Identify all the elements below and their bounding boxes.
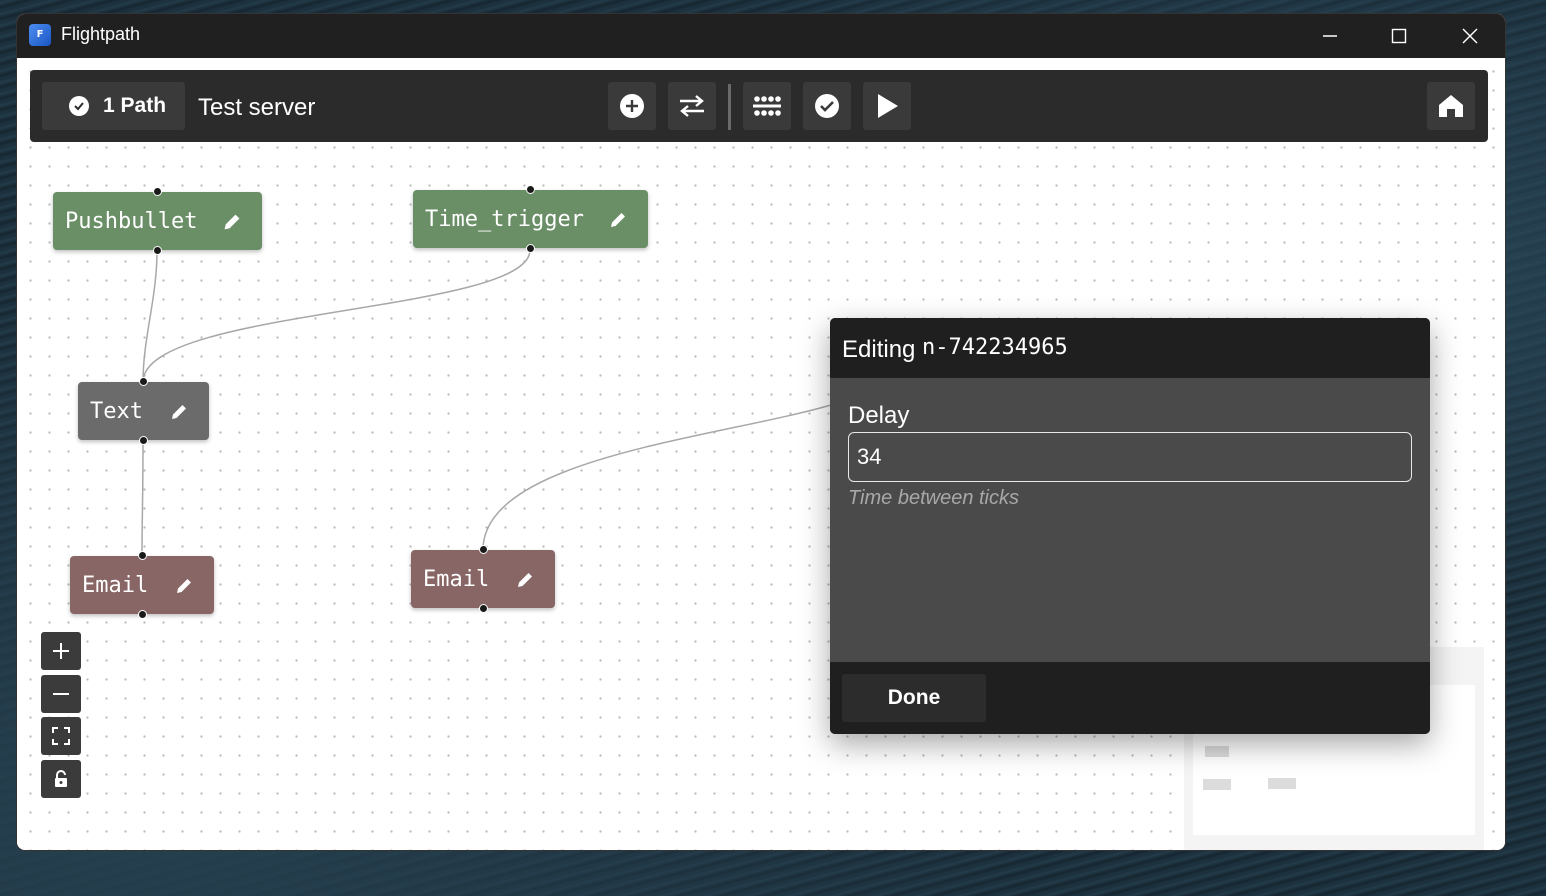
edge-pushbullet-text[interactable] — [142, 250, 158, 383]
pencil-icon[interactable] — [608, 210, 628, 230]
output-port[interactable] — [139, 436, 148, 445]
path-count-label: 1 Path — [103, 94, 167, 117]
output-port[interactable] — [138, 610, 147, 619]
pencil-icon[interactable] — [169, 402, 189, 422]
swap-arrows-icon — [680, 95, 704, 117]
fit-view-icon — [52, 727, 70, 745]
delay-label: Delay — [848, 402, 910, 429]
app-logo-icon: F — [29, 24, 51, 46]
maximize-button[interactable] — [1376, 14, 1422, 58]
done-button[interactable]: Done — [842, 674, 986, 722]
maximize-icon — [1391, 28, 1407, 44]
input-port[interactable] — [153, 187, 162, 196]
edit-node-dialog: Editing n-742234965 Delay Time between t… — [830, 318, 1430, 734]
pencil-icon[interactable] — [174, 576, 194, 596]
output-port[interactable] — [526, 244, 535, 253]
zoom-out-icon — [53, 693, 69, 695]
dialog-node-id: n-742234965 — [922, 335, 1068, 360]
app-window: F Flightpath Pushbullet Time_trigger Tex… — [17, 14, 1505, 850]
run-button[interactable] — [863, 82, 911, 130]
dialog-title: Editing — [842, 336, 916, 363]
close-button[interactable] — [1447, 14, 1493, 58]
add-node-icon — [620, 94, 644, 118]
home-button[interactable] — [1427, 82, 1475, 130]
delay-input[interactable] — [848, 432, 1412, 482]
validate-button[interactable] — [803, 82, 851, 130]
output-port[interactable] — [153, 246, 162, 255]
minimap-node — [1268, 778, 1296, 789]
minimap-node — [1205, 746, 1229, 757]
node-label: Pushbullet — [65, 208, 198, 234]
close-icon — [1462, 28, 1478, 44]
server-name: Test server — [198, 94, 316, 121]
minimize-button[interactable] — [1307, 14, 1353, 58]
zoom-out-button[interactable] — [41, 675, 81, 713]
grid-layout-icon — [753, 96, 781, 116]
input-port[interactable] — [138, 551, 147, 560]
dialog-footer: Done — [830, 662, 1430, 734]
zoom-in-button[interactable] — [41, 632, 81, 670]
node-label: Time_trigger — [425, 206, 584, 232]
minimap-node — [1203, 779, 1231, 790]
title-bar[interactable]: F Flightpath — [17, 14, 1505, 58]
input-port[interactable] — [139, 377, 148, 386]
fit-view-button[interactable] — [41, 717, 81, 755]
node-time-trigger[interactable]: Time_trigger — [413, 185, 648, 253]
edge-text-email[interactable] — [141, 441, 144, 557]
output-port[interactable] — [479, 604, 488, 613]
node-label: Text — [90, 398, 143, 424]
window-title: Flightpath — [61, 24, 141, 44]
lock-icon — [55, 770, 67, 787]
input-port[interactable] — [526, 185, 535, 194]
edge-timetrigger-text[interactable] — [142, 249, 531, 383]
pencil-icon[interactable] — [222, 212, 242, 232]
zoom-in-icon — [53, 643, 69, 659]
toolbar: 1 Path Test server — [30, 70, 1488, 142]
lock-button[interactable] — [41, 760, 81, 798]
swap-button[interactable] — [668, 82, 716, 130]
dialog-header[interactable]: Editing n-742234965 — [830, 318, 1430, 378]
play-icon — [878, 94, 898, 118]
check-circle-icon — [69, 96, 89, 116]
node-text[interactable]: Text — [78, 377, 209, 445]
toolbar-separator — [728, 84, 731, 130]
node-label: Email — [82, 572, 149, 598]
node-pushbullet[interactable]: Pushbullet — [53, 187, 262, 255]
edge-email-dialog[interactable] — [482, 404, 832, 551]
input-port[interactable] — [479, 545, 488, 554]
grid-layout-button[interactable] — [743, 82, 791, 130]
add-node-button[interactable] — [608, 82, 656, 130]
node-label: Email — [423, 566, 490, 592]
delay-help-text: Time between ticks — [848, 487, 1019, 509]
path-count-button[interactable]: 1 Path — [42, 82, 185, 130]
minimize-icon — [1323, 35, 1337, 37]
home-icon — [1439, 95, 1463, 117]
node-email-2[interactable]: Email — [411, 545, 555, 613]
validate-check-icon — [815, 94, 839, 118]
pencil-icon[interactable] — [515, 570, 535, 590]
node-email-1[interactable]: Email — [70, 551, 214, 619]
